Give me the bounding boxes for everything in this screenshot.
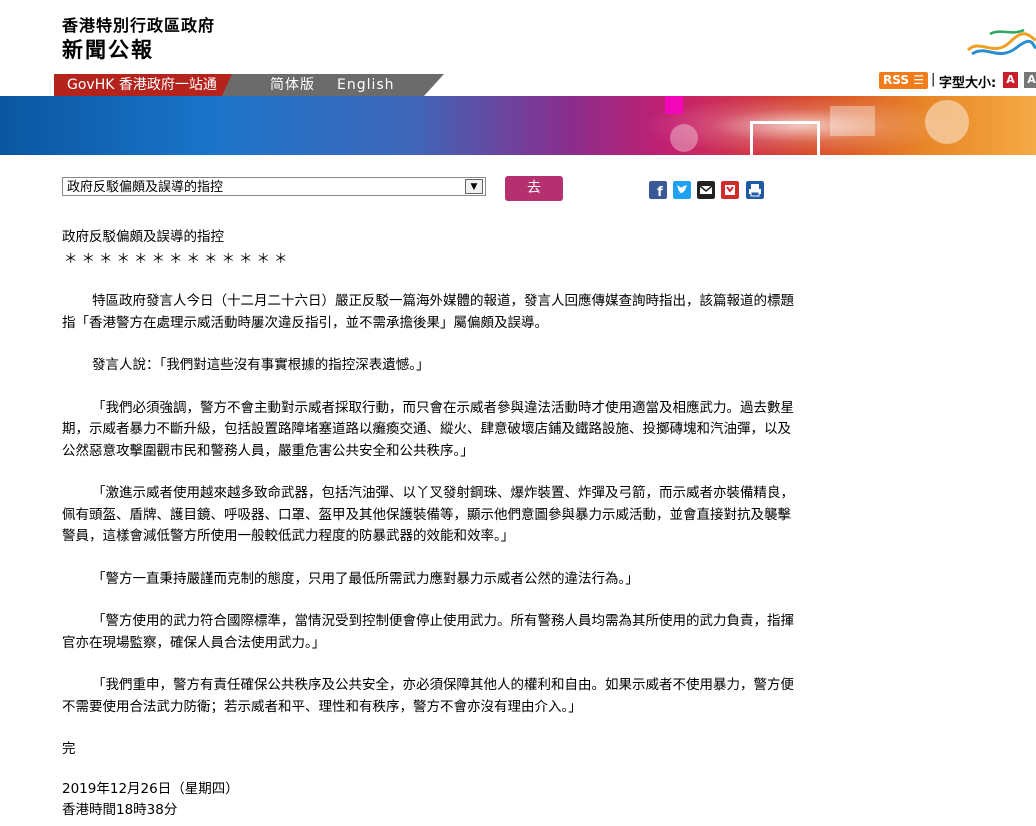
article-paragraph: 「警方一直秉持嚴謹而克制的態度，只用了最低所需武力應對暴力示威者公然的違法行為。… <box>92 570 639 587</box>
bookmark-icon[interactable] <box>721 181 739 199</box>
article-paragraph: 「警方使用的武力符合國際標準，當情況受到控制便會停止使用武力。所有警務人員均需為… <box>62 613 794 651</box>
article-date: 2019年12月26日（星期四） <box>62 780 239 797</box>
department-name: 香港特別行政區政府 <box>62 16 216 35</box>
press-release-dropdown[interactable]: 政府反駁偏頗及誤導的指控 ▼ <box>62 177 486 196</box>
rss-label: RSS <box>883 73 909 87</box>
article-end-mark: 完 <box>62 741 76 757</box>
article-body: 政府反駁偏頗及誤導的指控 ＊＊＊＊＊＊＊＊＊＊＊＊＊ 特區政府發言人今日（十二月… <box>62 227 802 822</box>
section-title[interactable]: 新聞公報 <box>62 34 154 64</box>
simplified-chinese-link[interactable]: 简体版 <box>270 74 315 96</box>
chevron-down-icon[interactable]: ▼ <box>465 179 483 194</box>
font-size-normal-button[interactable]: A <box>1003 72 1018 88</box>
go-button[interactable]: 去 <box>505 176 563 201</box>
email-icon[interactable] <box>697 181 715 199</box>
rss-button[interactable]: RSS ☰ <box>879 72 928 89</box>
article-paragraph: 「我們必須強調，警方不會主動對示威者採取行動，而只會在示威者參與違法活動時才使用… <box>62 399 794 459</box>
twitter-icon[interactable] <box>673 181 691 199</box>
font-size-large-button[interactable]: A <box>1024 72 1036 88</box>
separator: | <box>931 72 936 87</box>
print-icon[interactable] <box>746 181 764 199</box>
top-nav: GovHK 香港政府一站通 简体版 English <box>54 74 444 96</box>
facebook-icon[interactable]: f <box>649 181 667 199</box>
article-paragraph: 「我們重申，警方有責任確保公共秩序及公共安全，亦必須保障其他人的權利和自由。如果… <box>62 677 794 715</box>
article-time: 香港時間18時38分 <box>62 802 178 818</box>
govhk-link[interactable]: GovHK 香港政府一站通 <box>54 74 255 96</box>
dropdown-selected-value: 政府反駁偏頗及誤導的指控 <box>67 180 224 195</box>
article-paragraph: 「激進示威者使用越來越多致命武器，包括汽油彈、以丫叉發射鋼珠、爆炸裝置、炸彈及弓… <box>62 485 794 544</box>
article-title: 政府反駁偏頗及誤導的指控 <box>62 229 224 245</box>
rss-icon: ☰ <box>913 73 924 87</box>
article-paragraph: 發言人說：「我們對這些沒有事實根據的指控深表遺憾。」 <box>92 357 430 373</box>
font-size-label: 字型大小: <box>939 76 997 91</box>
hksar-logo-icon <box>966 28 1036 56</box>
svg-text:f: f <box>657 185 663 199</box>
banner-image <box>0 96 1036 155</box>
language-bar: 简体版 English <box>222 74 444 96</box>
title-separator: ＊＊＊＊＊＊＊＊＊＊＊＊＊ <box>64 250 292 267</box>
article-paragraph: 特區政府發言人今日（十二月二十六日）嚴正反駁一篇海外媒體的報道，發言人回應傳媒查… <box>62 293 794 331</box>
english-link[interactable]: English <box>337 74 395 96</box>
